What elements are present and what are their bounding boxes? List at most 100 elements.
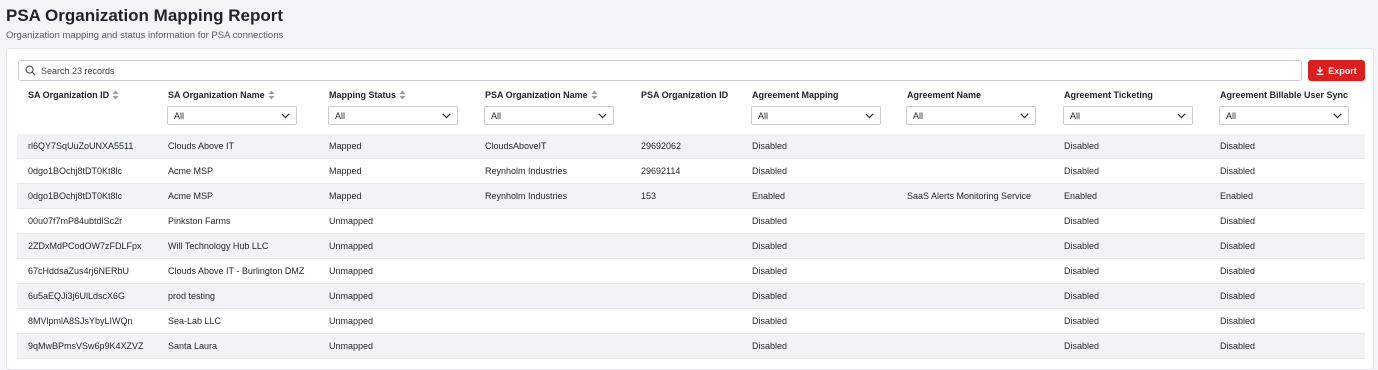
filter-select-agreement-billable-user-sync[interactable]: All xyxy=(1219,106,1349,125)
cell-agreement-ticketing: Disabled xyxy=(1064,166,1100,176)
cell-sa-organization-name: prod testing xyxy=(168,291,216,301)
cell-mapping-status: Unmapped xyxy=(329,216,374,226)
column-header-psa-organization-name[interactable]: PSA Organization Name xyxy=(485,90,598,100)
cell-agreement-mapping: Disabled xyxy=(752,241,788,251)
chevron-down-icon xyxy=(1177,112,1186,118)
chevron-down-icon xyxy=(442,112,451,118)
table-row[interactable]: 0dgo1BOchj8tDT0Kt8lc Acme MSP Mapped Reynho… xyxy=(17,184,1365,209)
cell-sa-organization-name: Clouds Above IT xyxy=(168,141,235,151)
cell-sa-organization-id: 00u07f7mP84ubtdlSc2r xyxy=(28,216,123,226)
cell-agreement-mapping: Disabled xyxy=(752,316,788,326)
filter-value: All xyxy=(1070,110,1081,121)
page-subtitle: Organization mapping and status informat… xyxy=(6,30,284,41)
page-header: PSA Organization Mapping Report Organiza… xyxy=(6,6,283,41)
cell-sa-organization-id: 67cHddsaZus4rj6NERbU xyxy=(28,266,130,276)
cell-agreement-ticketing: Disabled xyxy=(1064,241,1100,251)
sort-icon[interactable] xyxy=(112,90,119,100)
table-row[interactable]: 9qMwBPmsVSw6p9K4XZVZ Santa Laura Unmapped D… xyxy=(17,334,1365,359)
cell-agreement-billable-user-sync: Disabled xyxy=(1220,316,1256,326)
cell-agreement-billable-user-sync: Enabled xyxy=(1220,191,1254,201)
cell-sa-organization-id: 8MVlpmlA8SJsYbyLIWQn xyxy=(28,316,133,326)
sort-icon[interactable] xyxy=(399,90,406,100)
cell-sa-organization-id: 9qMwBPmsVSw6p9K4XZVZ xyxy=(28,341,144,351)
filter-value: All xyxy=(913,110,924,121)
chevron-down-icon xyxy=(281,112,290,118)
report-card: Export SA Organization ID SA Organization… xyxy=(6,48,1374,370)
column-header-label: Agreement Mapping xyxy=(752,90,839,100)
cell-sa-organization-name: Pinkston Farms xyxy=(168,216,231,226)
filter-value: All xyxy=(174,110,185,121)
filter-select-agreement-mapping[interactable]: All xyxy=(751,106,881,125)
column-header-label: SA Organization Name xyxy=(168,90,265,100)
cell-agreement-ticketing: Disabled xyxy=(1064,141,1100,151)
filter-value: All xyxy=(335,110,346,121)
table-row[interactable]: 6u5aEQJi3j6UlLdscX6G prod testing Unmapped… xyxy=(17,284,1365,309)
table-row[interactable]: 8MVlpmlA8SJsYbyLIWQn Sea-Lab LLC Unmapped D… xyxy=(17,309,1365,334)
filter-select-agreement-name[interactable]: All xyxy=(906,106,1036,125)
cell-agreement-billable-user-sync: Disabled xyxy=(1220,166,1256,176)
export-button[interactable]: Export xyxy=(1308,60,1365,81)
column-header-label: Mapping Status xyxy=(329,90,396,100)
cell-psa-organization-name: Reynholm Industries xyxy=(485,191,568,201)
column-header-label: SA Organization ID xyxy=(28,90,110,100)
cell-mapping-status: Mapped xyxy=(329,141,362,151)
table-row[interactable]: rl6QY7SqUuZoUNXA5511 Clouds Above IT Mappe… xyxy=(17,134,1365,159)
cell-sa-organization-id: 0dgo1BOchj8tDT0Kt8lc xyxy=(28,166,123,176)
cell-agreement-name: SaaS Alerts Monitoring Service xyxy=(907,191,1032,201)
table-row[interactable]: 0dgo1BOchj8tDT0Kt8lc Acme MSP Mapped Reynho… xyxy=(17,159,1365,184)
cell-sa-organization-name: Acme MSP xyxy=(168,191,214,201)
filter-select-agreement-ticketing[interactable]: All xyxy=(1063,106,1193,125)
cell-agreement-ticketing: Disabled xyxy=(1064,316,1100,326)
column-header-mapping-status[interactable]: Mapping Status xyxy=(329,90,406,100)
search-box[interactable] xyxy=(18,60,1302,81)
column-header-sa-organization-name[interactable]: SA Organization Name xyxy=(168,90,275,100)
cell-psa-organization-id: 153 xyxy=(641,191,657,201)
cell-agreement-ticketing: Disabled xyxy=(1064,341,1100,351)
sort-icon[interactable] xyxy=(268,90,275,100)
export-label: Export xyxy=(1328,65,1357,76)
cell-agreement-ticketing: Disabled xyxy=(1064,266,1100,276)
page-title: PSA Organization Mapping Report xyxy=(6,6,284,25)
cell-sa-organization-id: rl6QY7SqUuZoUNXA5511 xyxy=(28,141,134,151)
cell-mapping-status: Unmapped xyxy=(329,241,374,251)
sort-icon[interactable] xyxy=(591,90,598,100)
column-header-agreement-billable-user-sync: Agreement Billable User Sync xyxy=(1220,90,1348,100)
cell-mapping-status: Unmapped xyxy=(329,266,374,276)
cell-agreement-mapping: Disabled xyxy=(752,166,788,176)
cell-agreement-mapping: Disabled xyxy=(752,141,788,151)
search-icon xyxy=(25,65,36,76)
table-row[interactable]: 2ZDxMdPCodOW7zFDLFpx Will Technology Hub … xyxy=(17,234,1365,259)
filter-select-mapping-status[interactable]: All xyxy=(328,106,458,125)
table-body: rl6QY7SqUuZoUNXA5511 Clouds Above IT Mappe… xyxy=(17,134,1365,359)
cell-agreement-mapping: Disabled xyxy=(752,291,788,301)
column-header-psa-organization-id: PSA Organization ID xyxy=(641,90,728,100)
column-header-agreement-mapping: Agreement Mapping xyxy=(752,90,839,100)
cell-agreement-billable-user-sync: Disabled xyxy=(1220,341,1256,351)
cell-psa-organization-id: 29692114 xyxy=(641,166,681,176)
column-header-label: Agreement Billable User Sync xyxy=(1220,90,1349,100)
search-input[interactable] xyxy=(41,65,1301,76)
column-header-label: PSA Organization Name xyxy=(485,90,588,100)
cell-psa-organization-name: Reynholm Industries xyxy=(485,166,568,176)
filter-select-sa-organization-name[interactable]: All xyxy=(167,106,297,125)
column-header-sa-organization-id[interactable]: SA Organization ID xyxy=(28,90,119,100)
cell-agreement-billable-user-sync: Disabled xyxy=(1220,266,1256,276)
filter-value: All xyxy=(491,110,502,121)
chevron-down-icon xyxy=(1333,112,1342,118)
cell-agreement-billable-user-sync: Disabled xyxy=(1220,141,1256,151)
table-row[interactable]: 67cHddsaZus4rj6NERbU Clouds Above IT - Bu… xyxy=(17,259,1365,284)
cell-agreement-mapping: Disabled xyxy=(752,216,788,226)
column-header-label: Agreement Ticketing xyxy=(1064,90,1153,100)
cell-agreement-billable-user-sync: Disabled xyxy=(1220,291,1256,301)
cell-agreement-mapping: Disabled xyxy=(752,266,788,276)
chevron-down-icon xyxy=(1020,112,1029,118)
table-row[interactable]: 00u07f7mP84ubtdlSc2r Pinkston Farms Unmapp… xyxy=(17,209,1365,234)
cell-agreement-billable-user-sync: Disabled xyxy=(1220,241,1256,251)
cell-psa-organization-name: CloudsAboveIT xyxy=(485,141,547,151)
column-header-agreement-ticketing: Agreement Ticketing xyxy=(1064,90,1153,100)
filter-select-psa-organization-name[interactable]: All xyxy=(484,106,614,125)
cell-agreement-billable-user-sync: Disabled xyxy=(1220,216,1256,226)
cell-agreement-ticketing: Enabled xyxy=(1064,191,1098,201)
cell-sa-organization-id: 2ZDxMdPCodOW7zFDLFpx xyxy=(28,241,142,251)
chevron-down-icon xyxy=(865,112,874,118)
